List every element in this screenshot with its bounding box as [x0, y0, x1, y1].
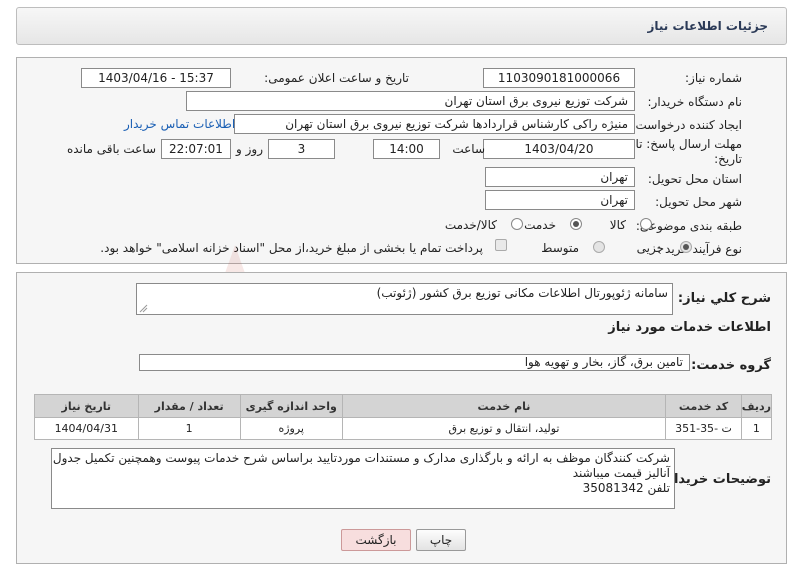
- process-label: نوع فرآیند خرید :: [657, 242, 742, 256]
- category-radio-goods[interactable]: [640, 218, 652, 230]
- services-section-title: اطلاعات خدمات مورد نياز: [608, 320, 771, 335]
- buyer-contact-link[interactable]: اطلاعات تماس خریدار: [124, 117, 235, 131]
- city-field: تهران: [485, 190, 635, 210]
- city-label: شهر محل تحویل:: [655, 195, 742, 209]
- buyer-label: نام دستگاه خریدار:: [647, 95, 743, 109]
- buyer-field: شرکت توزیع نیروی برق استان تهران: [186, 91, 635, 111]
- category-option-service: خدمت: [524, 218, 556, 232]
- category-option-goods-service: کالا/خدمت: [444, 218, 497, 232]
- col-unit: واحد اندازه گیری: [239, 394, 343, 418]
- deadline-time-label: ساعت: [452, 142, 485, 156]
- services-table: ردیف کد خدمت نام خدمت واحد اندازه گیری ت…: [34, 394, 773, 440]
- summary-label: شرح کلي نياز:: [677, 291, 771, 306]
- days-remaining-field: 3: [268, 139, 335, 159]
- need-number-field: 1103090181000066: [483, 68, 635, 88]
- deadline-time-field: 14:00: [373, 139, 440, 159]
- col-name: نام خدمت: [341, 394, 667, 418]
- col-qty: تعداد / مقدار: [137, 394, 241, 418]
- deadline-label-line1: مهلت ارسال پاسخ: تا: [635, 137, 742, 151]
- treasury-checkbox[interactable]: [495, 239, 507, 251]
- page-header: جزئیات اطلاعات نیاز: [16, 7, 787, 45]
- table-row: 1 ت -35-351 تولید، انتقال و توزیع برق پر…: [34, 417, 773, 440]
- category-option-goods: کالا: [609, 218, 626, 232]
- col-date: تاریخ نیاز: [34, 394, 139, 418]
- process-radio-minor[interactable]: [680, 241, 692, 253]
- buyer-notes-textarea[interactable]: شرکت کنندگان موظف به ارائه و بارگذاری مد…: [51, 448, 675, 509]
- buyer-notes-line1: شرکت کنندگان موظف به ارائه و بارگذاری مد…: [52, 451, 670, 465]
- back-button[interactable]: بازگشت: [341, 529, 411, 551]
- remaining-label: ساعت باقی مانده: [66, 142, 156, 156]
- cell-code: ت -35-351: [665, 417, 742, 440]
- buyer-notes-label: توضیحات خریدار:: [661, 472, 771, 487]
- deadline-label-line2: تاریخ:: [714, 152, 742, 166]
- category-radio-goods-service[interactable]: [511, 218, 523, 230]
- summary-text: سامانه ژئوپورتال اطلاعات مکانی توزیع برق…: [376, 286, 668, 300]
- announce-field: 1403/04/16 - 15:37: [81, 68, 231, 88]
- announce-label: تاریخ و ساعت اعلان عمومی:: [264, 71, 409, 85]
- creator-label: ایجاد کننده درخواست:: [631, 118, 742, 132]
- resize-grip-icon[interactable]: [139, 304, 148, 313]
- creator-field: منیژه راکی کارشناس قراردادها شرکت توزیع …: [234, 114, 635, 134]
- remaining-time-field: 22:07:01: [161, 139, 231, 159]
- cell-index: 1: [740, 417, 773, 440]
- page-title: جزئیات اطلاعات نیاز: [647, 19, 768, 33]
- buyer-notes-line2: آنالیز قیمت میباشند: [572, 466, 670, 480]
- table-header-row: ردیف کد خدمت نام خدمت واحد اندازه گیری ت…: [34, 394, 773, 418]
- print-button[interactable]: چاپ: [416, 529, 466, 551]
- buyer-notes-line3: تلفن 35081342: [582, 481, 670, 495]
- service-group-field: تامین برق، گاز، بخار و تهویه هوا: [139, 354, 690, 371]
- province-label: استان محل تحویل:: [647, 172, 742, 186]
- process-option-medium: متوسط: [541, 241, 579, 255]
- province-field: تهران: [485, 167, 635, 187]
- days-label: روز و: [236, 142, 263, 156]
- col-index: ردیف: [740, 394, 773, 418]
- payment-note: پرداخت تمام یا بخشی از مبلغ خرید،از محل …: [100, 241, 483, 255]
- col-code: کد خدمت: [665, 394, 742, 418]
- deadline-date-field: 1403/04/20: [483, 139, 635, 159]
- cell-unit: پروژه: [239, 417, 343, 440]
- need-number-label: شماره نیاز:: [685, 71, 742, 85]
- cell-name: تولید، انتقال و توزیع برق: [341, 417, 667, 440]
- service-group-label: گروه خدمت:: [691, 358, 771, 373]
- process-radio-medium[interactable]: [593, 241, 605, 253]
- category-label: طبقه بندی موضوعی:: [635, 219, 742, 233]
- category-radio-service[interactable]: [570, 218, 582, 230]
- cell-date: 1404/04/31: [34, 417, 139, 440]
- cell-qty: 1: [137, 417, 241, 440]
- process-option-minor: جزیی: [636, 241, 664, 255]
- summary-textarea[interactable]: سامانه ژئوپورتال اطلاعات مکانی توزیع برق…: [136, 283, 673, 315]
